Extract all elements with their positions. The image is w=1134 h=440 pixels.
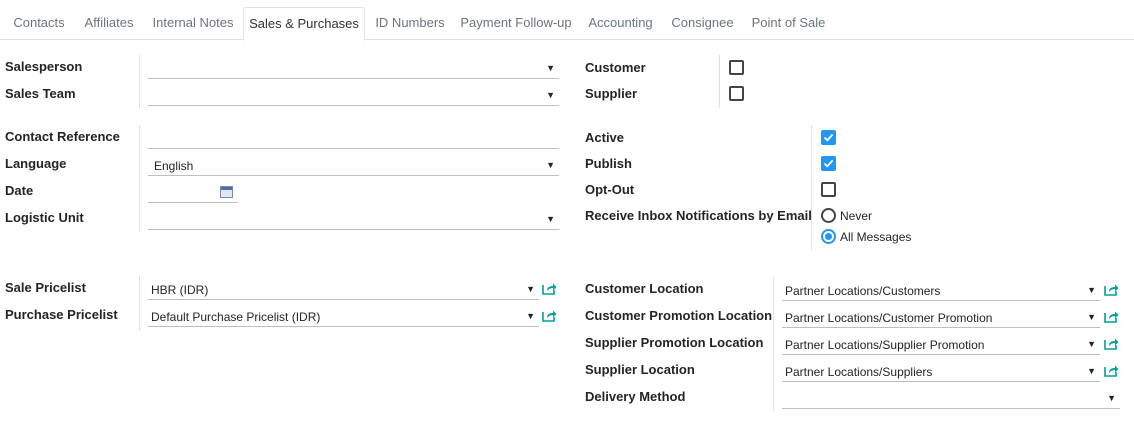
customer-location-value: Partner Locations/Customers [785, 284, 941, 298]
language-label: Language [5, 156, 67, 171]
tab-accounting[interactable]: Accounting [579, 7, 662, 40]
opt-out-checkbox[interactable] [821, 182, 836, 197]
label-separator [773, 277, 774, 411]
checkmark-icon [823, 133, 834, 142]
tab-internal-notes[interactable]: Internal Notes [144, 7, 242, 40]
caret-down-icon: ▼ [1087, 312, 1096, 322]
supplier-promotion-location-value: Partner Locations/Supplier Promotion [785, 338, 985, 352]
sale-pricelist-label: Sale Pricelist [5, 280, 86, 295]
sale-pricelist-value: HBR (IDR) [151, 283, 209, 297]
supplier-location-label: Supplier Location [585, 362, 695, 377]
customer-checkbox[interactable] [729, 60, 744, 75]
caret-down-icon: ▼ [526, 284, 535, 294]
customer-location-label: Customer Location [585, 281, 704, 296]
opt-out-label: Opt-Out [585, 182, 635, 197]
caret-down-icon: ▼ [546, 90, 555, 100]
caret-down-icon: ▼ [1087, 285, 1096, 295]
external-link-icon[interactable] [1104, 283, 1119, 296]
external-link-icon[interactable] [542, 282, 557, 295]
inbox-notifications-label: Receive Inbox Notifications by Email [585, 208, 812, 223]
logistic-unit-label: Logistic Unit [5, 210, 84, 225]
sales-team-select[interactable]: ▼ [148, 84, 559, 106]
label-separator [811, 125, 812, 250]
radio-never[interactable] [821, 208, 836, 223]
publish-checkbox[interactable] [821, 156, 836, 171]
logistic-unit-select[interactable]: ▼ [148, 208, 559, 230]
language-value: English [154, 159, 194, 173]
purchase-pricelist-value: Default Purchase Pricelist (IDR) [151, 310, 321, 324]
supplier-location-value: Partner Locations/Suppliers [785, 365, 933, 379]
tab-payment-follow-up[interactable]: Payment Follow-up [455, 7, 577, 40]
caret-down-icon: ▼ [1087, 366, 1096, 376]
purchase-pricelist-select[interactable]: Default Purchase Pricelist (IDR) ▼ [148, 305, 539, 327]
notebook-tabs: Contacts Affiliates Internal Notes Sales… [0, 0, 1134, 41]
customer-promotion-location-select[interactable]: Partner Locations/Customer Promotion ▼ [782, 306, 1100, 328]
supplier-promotion-location-label: Supplier Promotion Location [585, 335, 764, 350]
label-separator [719, 55, 720, 108]
salesperson-select[interactable]: ▼ [148, 57, 559, 79]
radio-never-label: Never [840, 209, 873, 223]
active-label: Active [585, 130, 625, 145]
tab-id-numbers[interactable]: ID Numbers [367, 7, 453, 40]
tab-affiliates[interactable]: Affiliates [76, 7, 142, 40]
caret-down-icon: ▼ [546, 160, 555, 170]
external-link-icon[interactable] [542, 309, 557, 322]
contact-reference-label: Contact Reference [5, 129, 120, 144]
customer-location-select[interactable]: Partner Locations/Customers ▼ [782, 279, 1100, 301]
customer-promotion-location-label: Customer Promotion Location [585, 308, 773, 323]
sales-team-label: Sales Team [5, 86, 76, 101]
tab-sales-purchases[interactable]: Sales & Purchases [243, 7, 365, 41]
tab-consignee[interactable]: Consignee [664, 7, 741, 40]
label-separator [139, 55, 140, 108]
active-checkbox[interactable] [821, 130, 836, 145]
radio-all-messages[interactable] [821, 229, 836, 244]
label-separator [139, 125, 140, 232]
sale-pricelist-select[interactable]: HBR (IDR) ▼ [148, 278, 539, 300]
supplier-location-select[interactable]: Partner Locations/Suppliers ▼ [782, 360, 1100, 382]
delivery-method-label: Delivery Method [585, 389, 686, 404]
tab-point-of-sale[interactable]: Point of Sale [743, 7, 834, 40]
calendar-icon[interactable] [220, 186, 233, 198]
customer-label: Customer [585, 60, 646, 75]
purchase-pricelist-label: Purchase Pricelist [5, 307, 118, 322]
publish-label: Publish [585, 156, 632, 171]
label-separator [139, 276, 140, 331]
caret-down-icon: ▼ [1087, 339, 1096, 349]
caret-down-icon: ▼ [546, 214, 555, 224]
caret-down-icon: ▼ [546, 63, 555, 73]
external-link-icon[interactable] [1104, 337, 1119, 350]
external-link-icon[interactable] [1104, 364, 1119, 377]
contact-reference-input[interactable] [148, 127, 559, 149]
date-input[interactable] [148, 181, 238, 203]
external-link-icon[interactable] [1104, 310, 1119, 323]
caret-down-icon: ▼ [526, 311, 535, 321]
customer-promotion-location-value: Partner Locations/Customer Promotion [785, 311, 993, 325]
supplier-checkbox[interactable] [729, 86, 744, 101]
tab-contacts[interactable]: Contacts [4, 7, 74, 40]
delivery-method-select[interactable]: ▼ [782, 387, 1120, 409]
caret-down-icon: ▼ [1107, 393, 1116, 403]
language-select[interactable]: English ▼ [148, 154, 559, 176]
supplier-label: Supplier [585, 86, 638, 101]
checkmark-icon [823, 159, 834, 168]
salesperson-label: Salesperson [5, 59, 83, 74]
supplier-promotion-location-select[interactable]: Partner Locations/Supplier Promotion ▼ [782, 333, 1100, 355]
radio-all-messages-label: All Messages [840, 230, 912, 244]
date-label: Date [5, 183, 34, 198]
